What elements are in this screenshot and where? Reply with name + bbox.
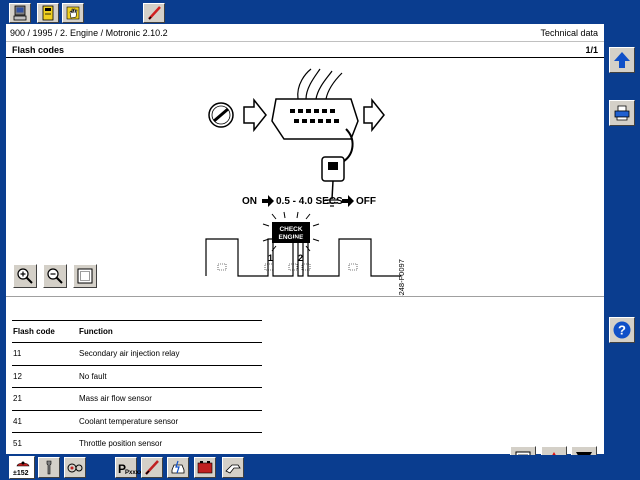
zoom-out-icon xyxy=(47,268,63,284)
hand-icon xyxy=(66,6,80,20)
engine-tools-icon xyxy=(67,463,83,473)
book-icon xyxy=(42,5,54,21)
car-adjust-button[interactable]: ±152 xyxy=(9,456,35,479)
function-cell: No fault xyxy=(78,365,262,388)
sequence-off-label: OFF xyxy=(356,196,376,207)
flash-code-cell: 21 xyxy=(12,387,78,411)
table-row: 51 Throttle position sensor xyxy=(12,432,262,456)
help-icon: ? xyxy=(613,321,631,339)
page-counter: 1/1 xyxy=(585,45,598,55)
zoom-out-button[interactable] xyxy=(43,264,67,288)
zoom-in-button[interactable] xyxy=(13,264,37,288)
breadcrumb: 900 / 1995 / 2. Engine / Motronic 2.10.2 xyxy=(10,28,168,38)
table-row: 12 No fault xyxy=(12,365,262,388)
arrow-right-2 xyxy=(363,97,385,133)
sequence-duration-label: 0.5 - 4.0 SECS xyxy=(276,196,343,207)
function-cell: Coolant temperature sensor xyxy=(78,410,262,433)
table-panel: Flash code Function 11 Secondary air inj… xyxy=(6,298,604,472)
fault-code-button[interactable]: P Pxxxx xyxy=(115,457,142,478)
header-function: Function xyxy=(78,320,262,343)
info-bar: 900 / 1995 / 2. Engine / Motronic 2.10.2… xyxy=(6,24,604,42)
up-level-button[interactable] xyxy=(609,47,635,73)
computer-button[interactable] xyxy=(9,3,31,23)
pencil-button[interactable] xyxy=(143,3,165,23)
pxxxx-label: Pxxxx xyxy=(125,470,143,476)
svg-text:?: ? xyxy=(618,323,626,338)
diagram-reference: D3248-F0097 xyxy=(397,259,406,296)
diagnostic-connector-illustration xyxy=(271,68,359,207)
digit-1-label: 1 xyxy=(268,253,273,263)
zoom-in-icon xyxy=(17,268,33,284)
check-engine-lamp: CHECK ENGINE xyxy=(262,211,320,252)
active-tab-label: ±152 xyxy=(13,470,29,477)
battery-button[interactable] xyxy=(194,457,216,478)
function-cell: Throttle position sensor xyxy=(78,432,262,456)
flash-code-cell: 41 xyxy=(12,410,78,433)
table-row: 21 Mass air flow sensor xyxy=(12,387,262,411)
hand-tool-icon xyxy=(225,464,241,474)
top-toolbar xyxy=(0,0,640,24)
section-label: Technical data xyxy=(540,28,598,38)
up-arrow-icon xyxy=(614,52,630,68)
flash-code-cell: 11 xyxy=(12,342,78,366)
table-row: 41 Coolant temperature sensor xyxy=(12,410,262,433)
function-cell: Secondary air injection relay xyxy=(78,342,262,366)
wrench-icon xyxy=(46,460,52,475)
screwdriver-button[interactable] xyxy=(141,457,163,478)
function-cell: Mass air flow sensor xyxy=(78,387,262,411)
flash-code-cell: 51 xyxy=(12,432,78,456)
table-row: 11 Secondary air injection relay xyxy=(12,342,262,366)
engine-tools-button[interactable] xyxy=(64,457,86,478)
book-button[interactable] xyxy=(37,3,59,23)
printer-icon xyxy=(614,105,630,121)
hand-button[interactable] xyxy=(62,3,84,23)
arrow-right-1 xyxy=(243,97,267,133)
pencil-icon xyxy=(148,6,161,20)
title-bar: Flash codes 1/1 xyxy=(6,42,604,58)
sequence-arrow-2 xyxy=(342,195,354,207)
battery-icon xyxy=(197,461,213,474)
ignition-key-illustration xyxy=(208,102,234,128)
flash-code-cell: 12 xyxy=(12,365,78,388)
hand-tool-button[interactable] xyxy=(222,457,244,478)
fit-page-button[interactable] xyxy=(73,264,97,288)
bottom-toolbar: ±152 P Pxxxx xyxy=(0,455,640,480)
digit-2-label: 2 xyxy=(298,253,303,263)
page-title: Flash codes xyxy=(12,45,65,55)
wrench-button[interactable] xyxy=(38,457,60,478)
sequence-on-label: ON xyxy=(242,196,257,207)
flash-codes-table: Flash code Function 11 Secondary air inj… xyxy=(12,320,262,456)
flash-code-diagram: ON 0.5 - 4.0 SECS OFF CHECK ENGINE 1 2 D… xyxy=(205,68,406,296)
help-button[interactable]: ? xyxy=(609,317,635,343)
header-flash-code: Flash code xyxy=(12,320,78,343)
fit-page-icon xyxy=(77,268,93,284)
table-header-row: Flash code Function xyxy=(12,320,262,343)
car-electric-button[interactable] xyxy=(167,457,189,478)
car-electric-icon xyxy=(171,460,185,474)
lamp-text-line2: ENGINE xyxy=(279,234,305,241)
diagram-panel: ON 0.5 - 4.0 SECS OFF CHECK ENGINE 1 2 D… xyxy=(6,59,604,296)
sequence-arrow-1 xyxy=(262,195,274,207)
small-lamp-glyphs xyxy=(217,263,358,271)
screwdriver-icon xyxy=(145,460,159,475)
print-button[interactable] xyxy=(609,100,635,126)
main-area: 900 / 1995 / 2. Engine / Motronic 2.10.2… xyxy=(6,24,604,472)
computer-icon xyxy=(13,5,27,21)
lamp-text-line1: CHECK xyxy=(279,226,302,233)
flash-pulse-waveform xyxy=(205,238,401,277)
